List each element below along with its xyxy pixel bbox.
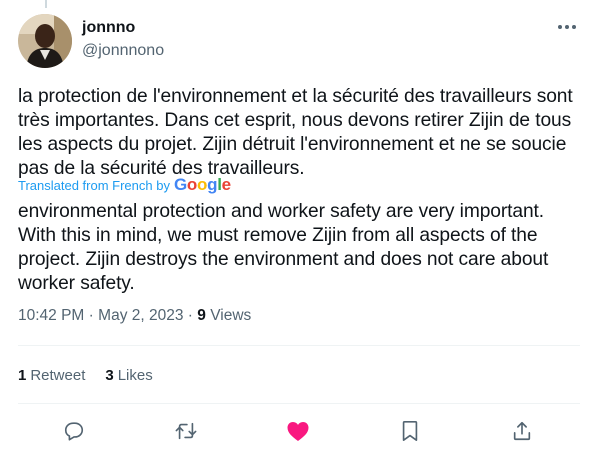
thread-connector	[45, 0, 47, 8]
more-options-button[interactable]	[554, 16, 580, 38]
profile-photo-icon	[18, 14, 72, 68]
views-label: Views	[210, 307, 252, 324]
tweet-header: jonnno @jonnnono	[18, 12, 584, 68]
retweets-count: 1	[18, 367, 27, 384]
reply-button[interactable]	[61, 418, 87, 444]
google-logo: Google	[173, 175, 231, 194]
meta-separator: ·	[88, 307, 94, 324]
retweet-button[interactable]	[173, 418, 199, 444]
engagement-stats: 1 Retweet 3 Likes	[18, 365, 173, 387]
tweet-time[interactable]: 10:42 PM	[18, 307, 84, 324]
divider	[18, 403, 580, 404]
tweet-date[interactable]: May 2, 2023	[98, 307, 183, 324]
user-handle[interactable]: @jonnnono	[82, 40, 164, 62]
tweet-translated-text: environmental protection and worker safe…	[18, 201, 549, 294]
tweet-original-text: la protection de l'environnement et la s…	[18, 86, 573, 179]
likes-stat[interactable]: 3 Likes	[105, 365, 152, 387]
likes-label: Likes	[117, 367, 153, 384]
like-button[interactable]	[285, 418, 311, 444]
translation-attribution[interactable]: Translated from French by Google	[18, 175, 231, 195]
views-count: 9	[197, 307, 206, 324]
bookmark-button[interactable]	[397, 418, 423, 444]
avatar[interactable]	[18, 14, 72, 68]
user-info: jonnno @jonnnono	[82, 18, 164, 62]
retweet-icon	[175, 422, 197, 440]
retweets-label: Retweet	[30, 367, 86, 384]
meta-separator: ·	[187, 307, 193, 324]
action-bar	[18, 414, 580, 448]
share-icon	[513, 421, 531, 441]
translation-label: Translated from French by	[18, 177, 170, 193]
tweet-meta: 10:42 PM · May 2, 2023 · 9 Views	[18, 305, 251, 327]
likes-count: 3	[105, 367, 114, 384]
reply-icon	[64, 422, 84, 441]
divider	[18, 345, 580, 346]
display-name[interactable]: jonnno	[82, 18, 164, 38]
like-icon	[287, 422, 309, 441]
bookmark-icon	[402, 421, 418, 441]
retweets-stat[interactable]: 1 Retweet	[18, 365, 85, 387]
share-button[interactable]	[509, 418, 535, 444]
more-dots-icon	[558, 25, 576, 29]
